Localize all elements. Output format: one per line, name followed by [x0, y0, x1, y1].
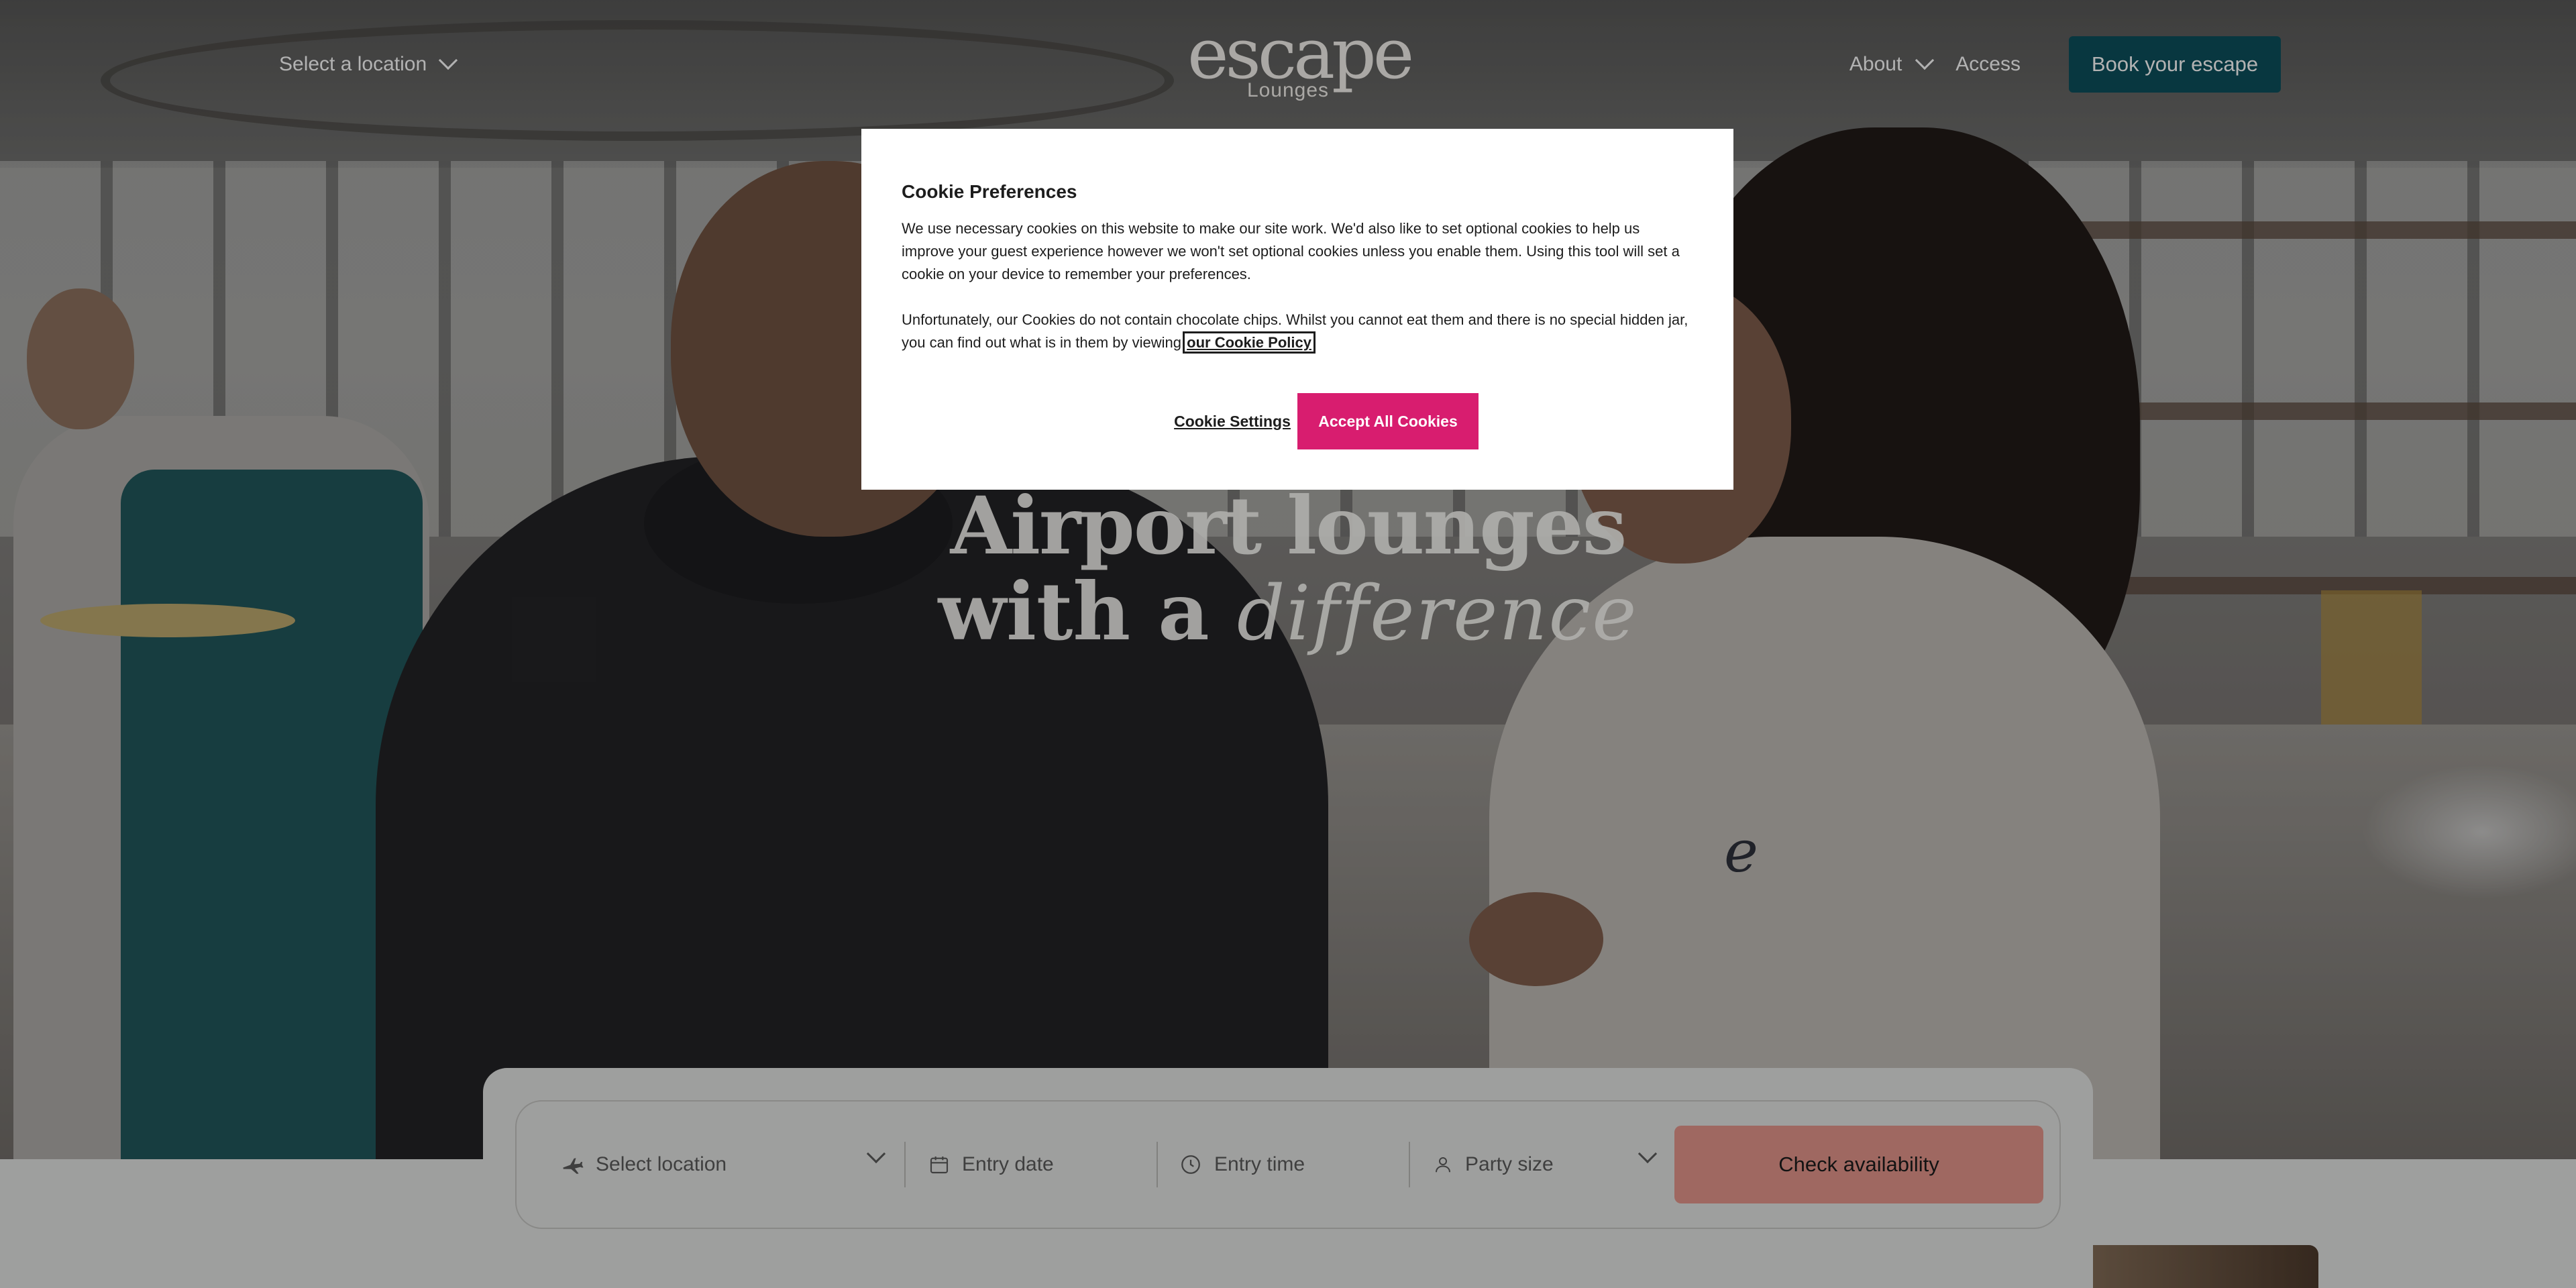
cookie-description: We use necessary cookies on this website…: [902, 220, 1680, 282]
cookie-actions: Cookie Settings Accept All Cookies: [861, 393, 1733, 449]
cookie-policy-link[interactable]: our Cookie Policy: [1183, 331, 1316, 354]
cookie-dialog-title: Cookie Preferences: [902, 181, 1077, 202]
accept-all-cookies-button[interactable]: Accept All Cookies: [1297, 393, 1479, 449]
cookie-chips-note: Unfortunately, our Cookies do not contai…: [902, 309, 1693, 354]
cookie-preferences-dialog: Cookie Preferences We use necessary cook…: [861, 129, 1733, 490]
